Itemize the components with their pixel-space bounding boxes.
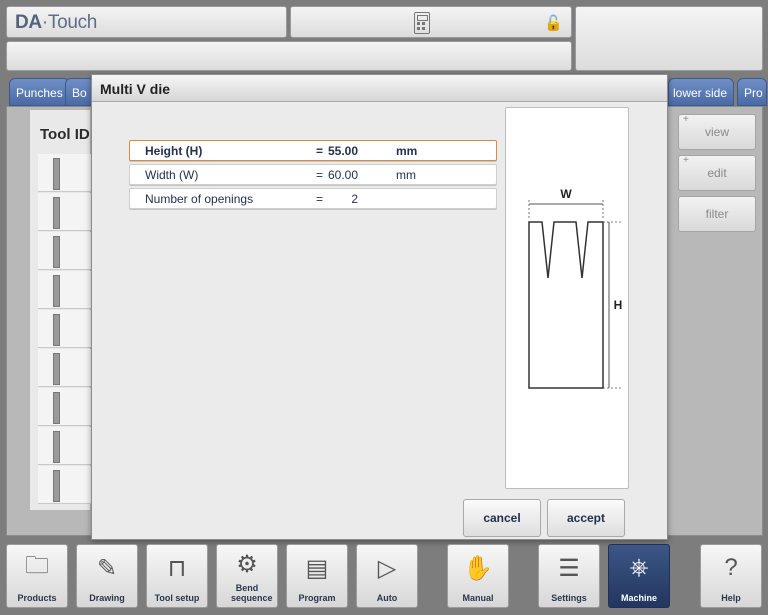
field-unit: mm xyxy=(396,144,418,158)
toolbar-label: Products xyxy=(17,593,57,603)
status-panel: 🔓 xyxy=(290,6,572,38)
machine-icon: ⎈ xyxy=(629,554,649,581)
field-value: 2 xyxy=(351,192,358,206)
toolbar-label: Machine xyxy=(620,593,657,603)
tab-pro[interactable]: Pro xyxy=(737,78,767,106)
height-dimension-label: H xyxy=(614,298,623,312)
tool-id-header: Tool ID xyxy=(40,126,90,143)
play-icon: ▷ xyxy=(377,554,397,582)
bend-sequence-icon: ⚙ xyxy=(236,550,258,578)
field-value: 60.00 xyxy=(327,168,358,182)
field-equals: = xyxy=(316,168,324,182)
accept-button[interactable]: accept xyxy=(547,499,625,537)
field-value: 55.00 xyxy=(327,144,358,158)
help-button[interactable]: ? Help xyxy=(700,544,762,608)
list-item[interactable] xyxy=(38,193,98,231)
width-field[interactable]: Width (W) = 60.00 mm xyxy=(129,164,497,185)
toolbar-label: Settings xyxy=(551,593,587,603)
list-item[interactable] xyxy=(38,427,98,465)
list-item[interactable] xyxy=(38,232,98,270)
tool-setup-button[interactable]: ⊓ Tool setup xyxy=(146,544,208,608)
list-item[interactable] xyxy=(38,349,98,387)
multi-v-die-dialog: Multi V die Height (H) = 55.00 mm Width … xyxy=(91,74,668,540)
field-label: Height (H) xyxy=(145,144,203,158)
filter-button[interactable]: filter xyxy=(678,196,756,232)
pencil-icon: ✎ xyxy=(96,554,118,582)
tab-lower-side[interactable]: lower side xyxy=(668,78,734,106)
list-item[interactable] xyxy=(38,271,98,309)
unlock-icon[interactable]: 🔓 xyxy=(544,14,563,32)
help-icon: ? xyxy=(724,554,738,581)
field-label: Width (W) xyxy=(145,168,199,182)
app-logo: DA·Touch xyxy=(15,12,98,33)
field-equals: = xyxy=(316,192,324,206)
hand-icon: ✋ xyxy=(463,554,493,582)
list-item[interactable] xyxy=(38,154,98,192)
die-drawing: W H xyxy=(528,187,623,389)
die-preview: W H xyxy=(505,107,629,489)
program-icon: ▤ xyxy=(305,554,329,582)
toolbar-label: Drawing xyxy=(89,593,125,603)
toolbar-label: Help xyxy=(721,593,741,603)
settings-list-icon: ☰ xyxy=(558,554,580,582)
program-button[interactable]: ▤ Program xyxy=(286,544,348,608)
message-bar xyxy=(6,41,572,71)
height-field[interactable]: Height (H) = 55.00 mm xyxy=(129,140,497,161)
openings-field[interactable]: Number of openings = 2 xyxy=(129,188,497,209)
manual-button[interactable]: ✋ Manual xyxy=(447,544,509,608)
folder-icon: 🗀 xyxy=(25,551,49,579)
list-item[interactable] xyxy=(38,466,98,504)
list-item[interactable] xyxy=(38,388,98,426)
products-button[interactable]: 🗀 Products xyxy=(6,544,68,608)
toolbar-label: Tool setup xyxy=(154,593,200,603)
toolbar-label: Bend sequence xyxy=(231,583,273,603)
toolbar-label: Manual xyxy=(462,593,494,603)
toolbar-label: Program xyxy=(298,593,336,603)
width-dimension-label: W xyxy=(560,187,572,201)
logo-panel: DA·Touch xyxy=(6,6,287,38)
cancel-button[interactable]: cancel xyxy=(463,499,541,537)
field-equals: = xyxy=(316,144,324,158)
machine-button[interactable]: ⎈ Machine xyxy=(608,544,670,608)
settings-button[interactable]: ☰ Settings xyxy=(538,544,600,608)
field-unit: mm xyxy=(396,168,416,182)
dialog-title: Multi V die xyxy=(92,75,667,102)
drawing-button[interactable]: ✎ Drawing xyxy=(76,544,138,608)
bend-sequence-button[interactable]: ⚙ Bend sequence xyxy=(216,544,278,608)
view-button[interactable]: + view xyxy=(678,114,756,150)
info-panel xyxy=(575,6,763,71)
auto-button[interactable]: ▷ Auto xyxy=(356,544,418,608)
calculator-icon[interactable] xyxy=(414,12,430,34)
toolbar-label: Auto xyxy=(376,593,398,603)
list-item[interactable] xyxy=(38,310,98,348)
tab-punches[interactable]: Punches xyxy=(9,78,70,106)
edit-button[interactable]: + edit xyxy=(678,155,756,191)
field-label: Number of openings xyxy=(145,192,254,206)
tool-setup-icon: ⊓ xyxy=(167,554,187,582)
